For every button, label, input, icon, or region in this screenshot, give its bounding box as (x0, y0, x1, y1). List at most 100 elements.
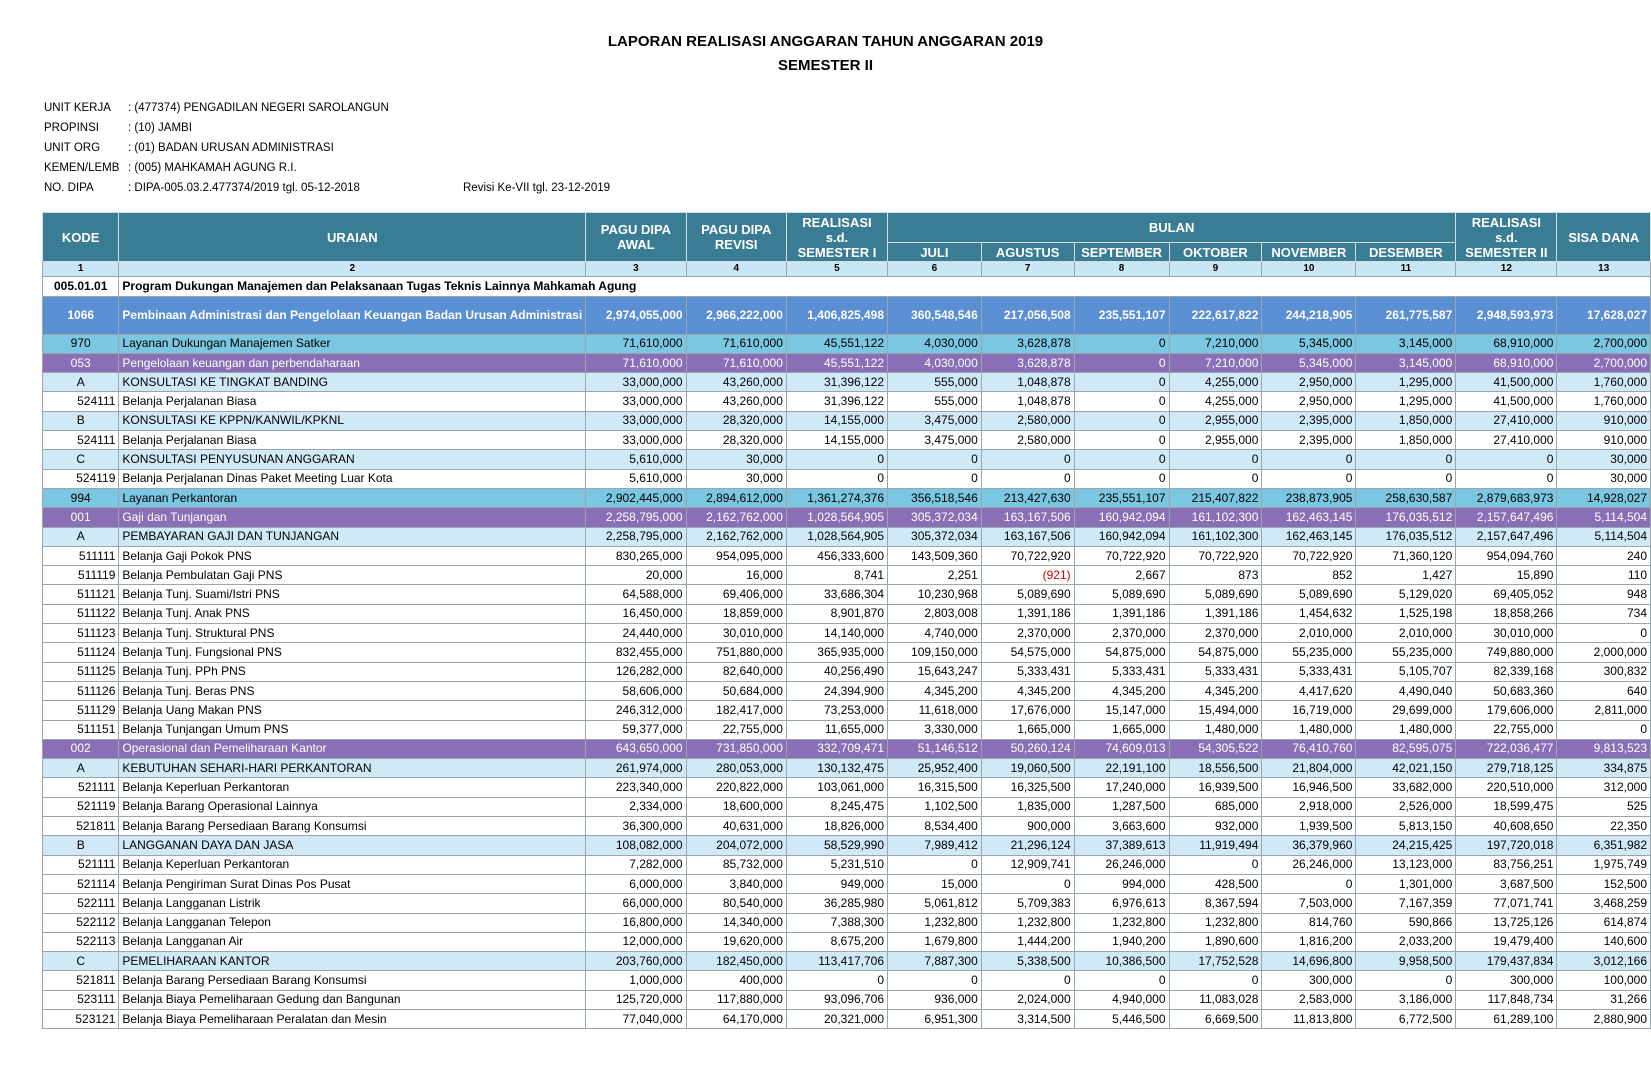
cell-value: 14,340,000 (685, 912, 787, 933)
cell-value: 64,588,000 (585, 584, 687, 605)
header-month: AGUSTUS (980, 241, 1075, 263)
cell-value: 312,000 (1556, 777, 1651, 798)
cell-value: 10,230,968 (887, 584, 982, 605)
cell-value: 213,427,630 (980, 487, 1075, 509)
cell-value: 2,879,683,973 (1455, 487, 1558, 509)
cell-uraian: KONSULTASI KE KPPN/KANWIL/KPKNL (118, 410, 587, 432)
table-row: 511125 Belanja Tunj. PPh PNS 126,282,000 82… (41, 661, 1651, 682)
cell-value: 365,935,000 (785, 642, 889, 663)
cell-uraian: Layanan Dukungan Manajemen Satker (118, 333, 587, 354)
cell-value: 85,732,000 (685, 854, 787, 875)
cell-kode: 511123 (41, 623, 120, 644)
cell-value: 58,606,000 (585, 680, 687, 702)
cell-value: 5,333,431 (1168, 661, 1263, 682)
cell-kode: 511111 (41, 545, 120, 567)
cell-value: 54,875,000 (1168, 642, 1263, 663)
cell-uraian: Belanja Biaya Pemeliharaan Peralatan dan… (118, 1008, 587, 1030)
table-row: 523111 Belanja Biaya Pemeliharaan Gedung … (41, 989, 1651, 1010)
cell-value: 43,260,000 (685, 391, 787, 412)
cell-value: 25,952,400 (887, 758, 982, 779)
cell-value: 77,071,741 (1455, 893, 1558, 914)
cell-value: 2,370,000 (1073, 623, 1170, 644)
cell-kode: 521111 (41, 777, 120, 798)
cell-value: 7,282,000 (585, 854, 687, 875)
table-row: 002 Operasional dan Pemeliharaan Kantor 64… (41, 738, 1651, 760)
cell-value: 161,102,300 (1168, 507, 1263, 528)
header-month: JULI (887, 241, 982, 263)
cell-value: 197,720,018 (1455, 835, 1558, 856)
table-row: 001 Gaji dan Tunjangan 2,258,795,000 2,162,… (41, 507, 1651, 528)
cell-value: 16,315,500 (887, 777, 982, 798)
cell-value: 590,866 (1355, 912, 1457, 933)
cell-uraian: Belanja Tunjangan Umum PNS (118, 719, 587, 740)
info-value: : (10) JAMBI (128, 122, 192, 134)
cell-value: 20,000 (585, 565, 687, 586)
cell-value: 0 (1073, 970, 1170, 991)
cell-value: 54,305,522 (1168, 738, 1263, 760)
cell-value: 2,010,000 (1355, 623, 1457, 644)
table-row: 970 Layanan Dukungan Manajemen Satker 71,6… (41, 333, 1651, 354)
cell-kode: 511121 (41, 584, 120, 605)
cell-value: 223,340,000 (585, 777, 687, 798)
cell-value: 0 (1073, 468, 1170, 489)
cell-value: 28,320,000 (685, 430, 787, 451)
cell-value: 21,296,124 (980, 835, 1075, 856)
cell-kode: 521811 (41, 970, 120, 991)
cell-uraian: Belanja Tunj. Suami/Istri PNS (118, 584, 587, 605)
cell-value: 126,282,000 (585, 661, 687, 682)
cell-value: 0 (1261, 449, 1357, 470)
cell-value: 3,330,000 (887, 719, 982, 740)
cell-value: 69,405,052 (1455, 584, 1558, 605)
cell-value: 1,665,000 (1073, 719, 1170, 740)
cell-value: 11,083,028 (1168, 989, 1263, 1010)
cell-uraian: Belanja Gaji Pokok PNS (118, 545, 587, 567)
cell-value: 54,875,000 (1073, 642, 1170, 663)
cell-value: 356,518,546 (887, 487, 982, 509)
cell-value: 4,255,000 (1168, 372, 1263, 393)
cell-value: 1,850,000 (1355, 410, 1457, 432)
cell-value: 360,548,546 (887, 295, 982, 335)
cell-value: 2,395,000 (1261, 430, 1357, 451)
cell-value: 3,840,000 (685, 873, 787, 895)
cell-value: 305,372,034 (887, 526, 982, 547)
cell-value: 332,709,471 (785, 738, 889, 760)
cell-value: 125,720,000 (585, 989, 687, 1010)
cell-value: 1,454,632 (1261, 603, 1357, 625)
cell-value: 14,155,000 (785, 430, 889, 451)
cell-value: 300,832 (1556, 661, 1651, 682)
cell-value: 41,500,000 (1455, 372, 1558, 393)
cell-kode: 523121 (41, 1008, 120, 1030)
cell-value: 117,880,000 (685, 989, 787, 1010)
cell-value: 71,610,000 (685, 352, 787, 374)
cell-value: 30,000 (1556, 468, 1651, 489)
cell-uraian: PEMBAYARAN GAJI DAN TUNJANGAN (118, 526, 587, 547)
cell-kode: 511151 (41, 719, 120, 740)
cell-value: 58,529,990 (785, 835, 889, 856)
cell-value: 4,740,000 (887, 623, 982, 644)
cell-value: 16,450,000 (585, 603, 687, 625)
cell-kode: 511122 (41, 603, 120, 625)
cell-value: 163,167,506 (980, 507, 1075, 528)
cell-kode: 522112 (41, 912, 120, 933)
cell-value: 954,095,000 (685, 545, 787, 567)
column-number: 2 (118, 261, 587, 278)
cell-value: 17,240,000 (1073, 777, 1170, 798)
cell-value: 640 (1556, 680, 1651, 702)
cell-uraian: Belanja Tunj. Anak PNS (118, 603, 587, 625)
header-month: DESEMBER (1355, 241, 1457, 263)
cell-value: 0 (1073, 372, 1170, 393)
cell-value: 5,089,690 (1168, 584, 1263, 605)
cell-value: 64,170,000 (685, 1008, 787, 1030)
cell-value: 555,000 (887, 391, 982, 412)
cell-value: 9,813,523 (1556, 738, 1651, 760)
cell-value: 5,089,690 (980, 584, 1075, 605)
column-number: 11 (1355, 261, 1457, 278)
cell-kode: 524111 (41, 391, 120, 412)
cell-value: 2,162,762,000 (685, 507, 787, 528)
info-label: UNIT ORG (44, 142, 101, 154)
cell-value: 910,000 (1556, 430, 1651, 451)
cell-value: 33,000,000 (585, 391, 687, 412)
table-row: 511122 Belanja Tunj. Anak PNS 16,450,000 18… (41, 603, 1651, 625)
cell-kode: 511119 (41, 565, 120, 586)
cell-kode: A (41, 372, 120, 393)
